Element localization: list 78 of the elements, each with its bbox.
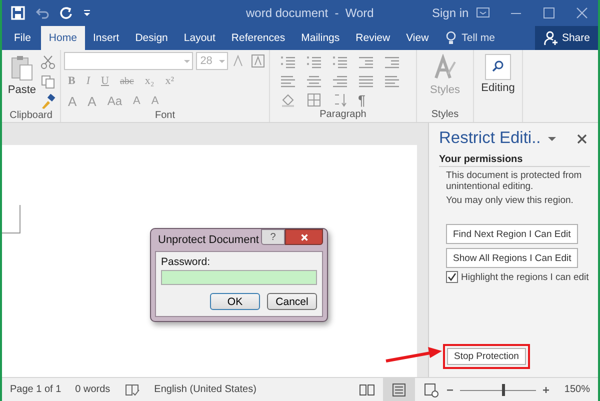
page-count[interactable]: Page 1 of 1 (10, 384, 62, 395)
text-boundary-mark (2, 205, 22, 235)
help-button[interactable]: ? (261, 229, 285, 245)
pilcrow-button[interactable]: ¶ (358, 92, 380, 108)
maximize-icon[interactable] (541, 5, 557, 21)
numbered-list-icon[interactable] (306, 54, 322, 70)
page-layout-icon (391, 382, 408, 398)
person-add-icon (542, 30, 559, 46)
sort-icon[interactable] (332, 92, 348, 108)
close-icon (300, 232, 308, 242)
description-text: You may only view this region. (446, 195, 574, 206)
language-label[interactable]: English (United States) (154, 384, 256, 395)
group-label: Paragraph (320, 109, 366, 122)
password-field[interactable] (161, 270, 317, 285)
scissors-icon[interactable] (40, 54, 56, 70)
caret-icon[interactable] (82, 8, 92, 18)
align-left-icon[interactable] (280, 73, 296, 89)
show-all-button[interactable]: Show All Regions I Can Edit (446, 248, 578, 268)
ribbon-tab[interactable]: Review (348, 26, 398, 50)
ribbon-tab[interactable]: Layout (176, 26, 224, 50)
caret-icon (218, 57, 226, 65)
close-button[interactable] (285, 229, 323, 245)
ok-button[interactable]: OK (210, 293, 260, 310)
multilevel-list-icon[interactable] (332, 54, 348, 70)
section-heading: Your permissions (439, 154, 590, 167)
ribbon-tab[interactable]: Mailings (293, 26, 348, 50)
share-button[interactable]: Share (534, 26, 598, 50)
sign-in-link[interactable]: Sign in (432, 6, 469, 20)
group-label: Styles (431, 109, 459, 122)
checkmark-icon (447, 272, 457, 282)
group-label: Font (154, 110, 175, 123)
justify-icon[interactable] (358, 73, 374, 89)
borders-icon[interactable] (306, 92, 322, 108)
ribbon-tab[interactable]: Design (127, 26, 176, 50)
ribbon-tab[interactable]: Insert (84, 26, 128, 50)
line-spacing-icon[interactable] (384, 73, 400, 89)
ribbon-tab[interactable]: References (223, 26, 294, 50)
ribbon-tab[interactable]: File (2, 26, 41, 50)
web-layout-icon (423, 382, 440, 398)
checkbox-label: Highlight the regions I can edit (461, 272, 589, 282)
pane-title: Restrict Editi.. (439, 129, 541, 148)
paste-button[interactable]: Paste (6, 52, 38, 110)
redo-icon[interactable] (58, 5, 74, 21)
clear-formatting-icon[interactable] (250, 53, 266, 69)
checkbox[interactable] (446, 271, 458, 283)
align-right-icon[interactable] (332, 73, 348, 89)
ribbon-tab[interactable]: View (398, 26, 437, 50)
clipboard-icon (10, 54, 34, 82)
save-icon[interactable] (10, 5, 26, 21)
decrease-indent-icon[interactable] (358, 54, 374, 70)
view-button[interactable] (383, 378, 416, 401)
increase-indent-icon[interactable] (384, 54, 400, 70)
center-icon[interactable] (306, 73, 322, 89)
book-icon (359, 382, 376, 398)
bullet-list-icon[interactable] (280, 54, 296, 70)
caret-icon (183, 57, 192, 65)
close-icon[interactable] (574, 5, 590, 21)
highlight-checkbox[interactable]: Highlight the regions I can edit (446, 271, 590, 283)
ribbon-tab[interactable]: Home (40, 26, 85, 50)
editing-button[interactable]: Editing (479, 52, 517, 96)
tell-me-field[interactable]: Tell me (436, 26, 501, 50)
font-name-field[interactable] (64, 52, 194, 70)
zoom-slider[interactable] (460, 384, 536, 396)
copy-icon[interactable] (40, 74, 56, 90)
zoom-level[interactable]: 150% (564, 384, 590, 395)
find-next-button[interactable]: Find Next Region I Can Edit (446, 224, 578, 244)
paintbrush-icon[interactable] (40, 94, 56, 110)
dialog-title: Unprotect Document (158, 234, 259, 246)
password-label: Password: (161, 256, 212, 268)
shading-icon[interactable] (280, 92, 296, 108)
group-label: Clipboard (10, 110, 52, 123)
window-title: word document - Word (246, 6, 375, 20)
word-count[interactable]: 0 words (75, 384, 110, 395)
cancel-button[interactable]: Cancel (267, 293, 317, 310)
plus-icon[interactable] (542, 386, 550, 394)
stop-protection-button[interactable]: Stop Protection (447, 348, 526, 365)
proofing-icon[interactable] (124, 382, 140, 398)
description-text: This document is protected from unintentional editing. (446, 170, 583, 192)
